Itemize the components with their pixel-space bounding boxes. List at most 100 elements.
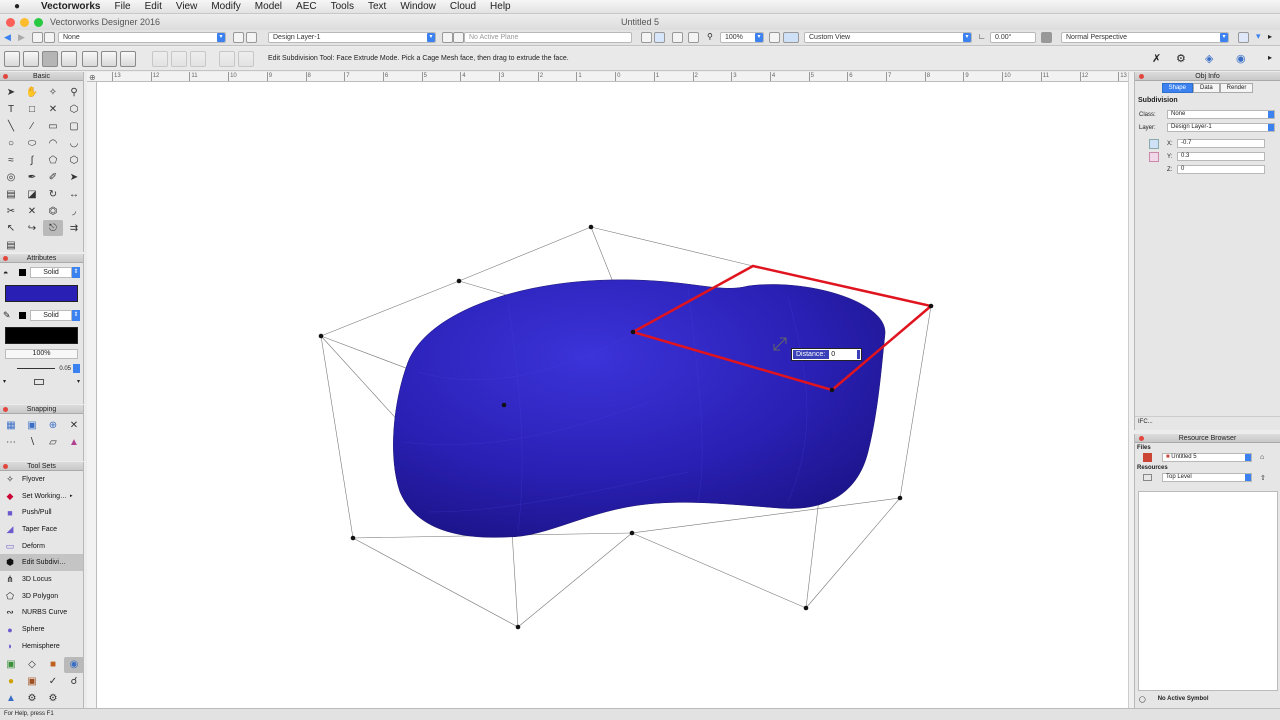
tab-shape[interactable]: Shape (1161, 83, 1193, 93)
layer-select[interactable]: Design Layer-1 (1167, 123, 1275, 132)
grow-selection-icon[interactable] (219, 51, 235, 67)
freehand-tool-icon[interactable]: ≈ (1, 152, 21, 168)
tab-render[interactable]: Render (1219, 83, 1254, 93)
toolset-machine-icon[interactable]: ⚙ (22, 691, 42, 707)
locus-tool-icon[interactable]: ✕ (43, 101, 63, 117)
toolset-landscape-icon[interactable]: ▣ (22, 674, 42, 690)
arc-tool-icon[interactable]: ◠ (43, 135, 63, 151)
fit-to-window-icon[interactable] (672, 32, 683, 43)
active-plane-select[interactable]: No Active Plane (464, 32, 632, 43)
delete-mode-icon[interactable] (120, 51, 136, 67)
connect-tool-icon[interactable]: ✕ (22, 203, 42, 219)
menu-aec[interactable]: AEC (289, 1, 324, 12)
line-thickness-value[interactable]: 0.05 (59, 366, 71, 372)
y-field[interactable]: 0.3 (1177, 152, 1265, 161)
chevron-down-icon[interactable]: ▾ (3, 378, 6, 385)
face-extrude-mode-icon[interactable] (42, 51, 58, 67)
chevron-updown-icon[interactable]: ⇕ (72, 267, 80, 278)
menu-text[interactable]: Text (361, 1, 393, 12)
quarter-arc-tool-icon[interactable]: ◡ (64, 135, 84, 151)
symbol-options-icon[interactable]: ◯ (1139, 696, 1146, 703)
render-mode-icon[interactable] (1238, 32, 1249, 43)
chevron-updown-icon[interactable] (73, 364, 80, 373)
dimension-tool-icon[interactable]: ⇉ (64, 220, 84, 236)
apple-menu-icon[interactable]: ● (0, 1, 34, 12)
file-select[interactable]: ■ Untitled 5 (1162, 453, 1252, 462)
split-tool-icon[interactable]: ✂ (1, 203, 21, 219)
up-arrow-icon[interactable]: ⇧ (1260, 474, 1266, 482)
zoom-tool-icon[interactable]: ⚲ (64, 84, 84, 100)
rectangle-tool-icon[interactable]: ▭ (43, 118, 63, 134)
rounded-rectangle-tool-icon[interactable]: ▢ (64, 118, 84, 134)
rendering-icon[interactable]: ◉ (1236, 52, 1246, 65)
trim-tool-icon[interactable]: ↪ (22, 220, 42, 236)
polyline-tool-icon[interactable]: ∫ (22, 152, 42, 168)
toolset-detailing-icon[interactable]: ✓ (43, 674, 63, 690)
gear-icon[interactable]: ⚙ (1176, 52, 1186, 65)
flyover-view-icon[interactable] (769, 32, 780, 43)
vertex-mode-icon[interactable] (4, 51, 20, 67)
tool-hemisphere[interactable]: ◗ Hemisphere (0, 638, 83, 655)
snap-working-plane-icon[interactable]: ▱ (43, 434, 63, 450)
shrink-selection-icon[interactable] (238, 51, 254, 67)
toolset-3d-modeling-icon[interactable]: ◉ (64, 656, 84, 673)
layer-options-icon[interactable] (246, 32, 257, 43)
drawing-canvas[interactable]: Distance: 0 (87, 72, 1128, 708)
position-anchor-icon[interactable] (1149, 152, 1159, 162)
tool-sphere[interactable]: ● Sphere (0, 621, 83, 638)
zoom-level-field[interactable]: 100% ▾ (720, 32, 764, 43)
ifc-button[interactable]: IFC... (1135, 416, 1280, 427)
oval-tool-icon[interactable]: ⬭ (22, 135, 42, 151)
double-line-tool-icon[interactable]: ∕ (22, 118, 42, 134)
reshape-tool-icon[interactable]: ◪ (22, 186, 42, 202)
symmetry-y-icon[interactable] (171, 51, 187, 67)
snap-angle-icon[interactable]: ⊕ (43, 417, 63, 433)
resource-list[interactable] (1138, 491, 1278, 691)
tool-nurbs-curve[interactable]: ∾ NURBS Curve (0, 605, 83, 622)
symbol-tool-icon[interactable]: ⬡ (64, 101, 84, 117)
view-direction-icon[interactable] (783, 32, 799, 43)
cursor-pointer-icon[interactable]: ➤ (64, 169, 84, 185)
x-field[interactable]: -0.7 (1177, 139, 1265, 148)
tool-set-working-plane[interactable]: ◆ Set Working… ▸ (0, 488, 83, 505)
menu-cloud[interactable]: Cloud (443, 1, 483, 12)
snap-intersection-icon[interactable]: ✕ (64, 417, 84, 433)
menu-model[interactable]: Model (248, 1, 289, 12)
symmetry-x-icon[interactable] (152, 51, 168, 67)
tool-taper-face[interactable]: ◢ Taper Face (0, 521, 83, 538)
close-palette-button[interactable] (3, 74, 8, 79)
chamfer-tool-icon[interactable]: ↖ (1, 220, 21, 236)
active-layer-select[interactable]: Design Layer-1 ▾ (268, 32, 436, 43)
tool-push-pull[interactable]: ■ Push/Pull (0, 504, 83, 521)
flyover-tool-icon[interactable]: ✧ (43, 84, 63, 100)
tool-3d-polygon[interactable]: ⬠ 3D Polygon (0, 588, 83, 605)
more-arrow-icon[interactable]: ▸ (1268, 53, 1272, 62)
menu-help[interactable]: Help (483, 1, 518, 12)
close-palette-button[interactable] (3, 464, 8, 469)
offset-tool-icon[interactable]: ⏣ (43, 203, 63, 219)
zoom-objects-icon[interactable] (688, 32, 699, 43)
tab-data[interactable]: Data (1192, 83, 1220, 93)
working-plane-icon[interactable] (442, 32, 453, 43)
zoom-icon[interactable]: ⚲ (707, 32, 713, 41)
class-visibility-icon[interactable] (32, 32, 43, 43)
standard-view-select[interactable]: Custom View ▾ (804, 32, 972, 43)
toolset-lighting-icon[interactable]: ● (1, 674, 21, 690)
fill-color-swatch[interactable] (5, 285, 78, 302)
rotated-plan-icon[interactable] (1041, 32, 1052, 43)
z-field[interactable]: 0 (1177, 165, 1265, 174)
opacity-field[interactable]: 100% (5, 349, 78, 359)
close-palette-button[interactable] (1139, 436, 1144, 441)
resource-folder-select[interactable]: Top Level (1162, 473, 1252, 482)
fillet-tool-icon[interactable]: ◞ (64, 203, 84, 219)
bridge-mode-icon[interactable] (101, 51, 117, 67)
circle-tool-icon[interactable]: ○ (1, 135, 21, 151)
clip-tool-icon[interactable]: ▤ (1, 186, 21, 202)
distance-readout[interactable]: Distance: 0 (791, 348, 862, 361)
forward-arrow-icon[interactable]: ▶ (18, 32, 25, 43)
attribute-mapping-tool-icon[interactable]: ✐ (43, 169, 63, 185)
rotate-tool-icon[interactable]: ↻ (43, 186, 63, 202)
snap-grid-icon[interactable]: ▦ (1, 417, 21, 433)
symmetry-z-icon[interactable] (190, 51, 206, 67)
snap-surface-icon[interactable]: ▲ (64, 434, 84, 450)
